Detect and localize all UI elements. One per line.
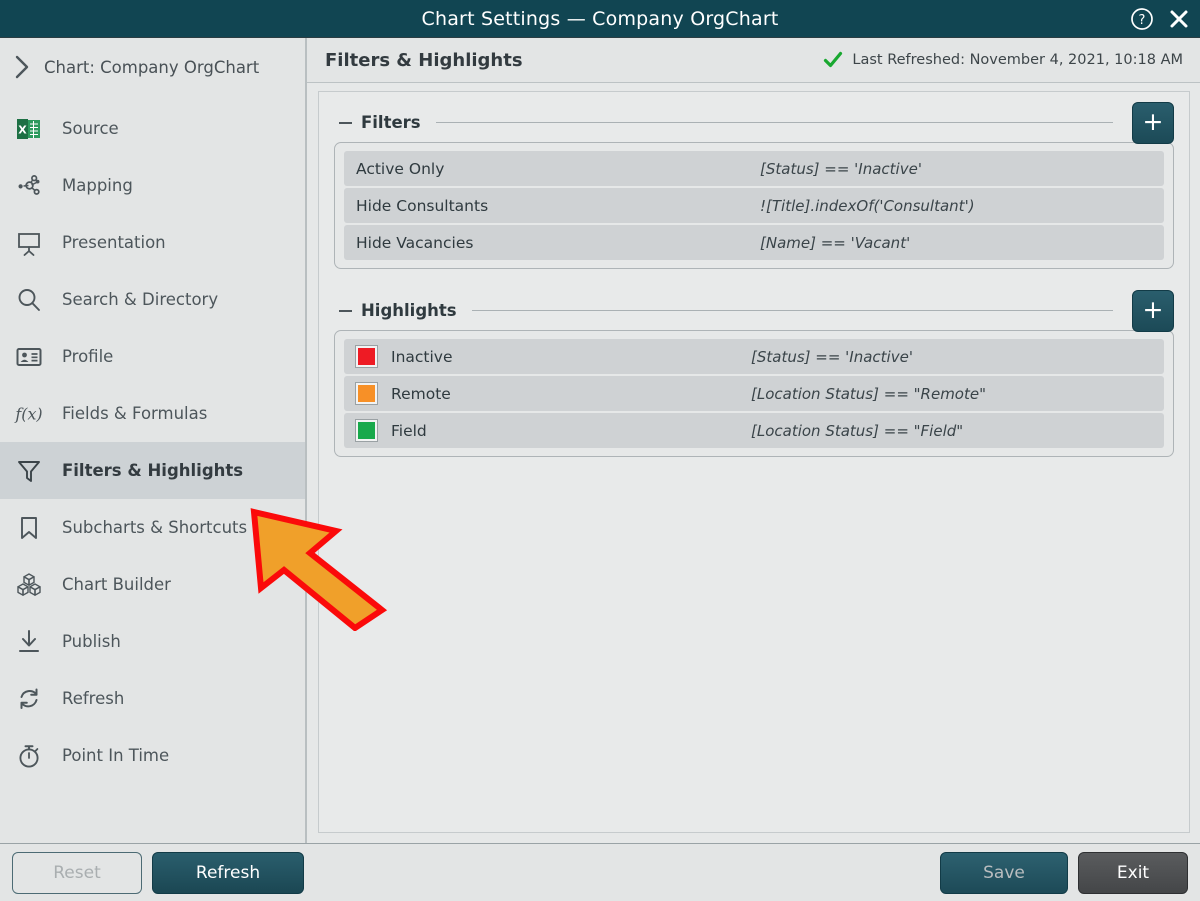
sidebar-item-label: Filters & Highlights	[62, 461, 243, 480]
color-swatch[interactable]	[356, 420, 377, 441]
exit-button[interactable]: Exit	[1078, 852, 1188, 894]
highlight-row[interactable]: Inactive [Status] == 'Inactive'	[344, 339, 1164, 374]
sidebar-item-subcharts-shortcuts[interactable]: Subcharts & Shortcuts	[0, 499, 305, 556]
sidebar-chart-header[interactable]: Chart: Company OrgChart	[0, 38, 305, 96]
highlight-row[interactable]: Field [Location Status] == "Field"	[344, 413, 1164, 448]
sidebar-item-fields-formulas[interactable]: f(x) Fields & Formulas	[0, 385, 305, 442]
add-filter-button[interactable]: +	[1132, 102, 1174, 144]
filters-list: Active Only [Status] == 'Inactive' Hide …	[334, 142, 1174, 269]
download-arrow-icon	[14, 627, 44, 657]
save-button[interactable]: Save	[940, 852, 1068, 894]
filter-row[interactable]: Hide Consultants ![Title].indexOf('Consu…	[344, 188, 1164, 223]
window-controls: ?	[1130, 0, 1190, 37]
highlight-row[interactable]: Remote [Location Status] == "Remote"	[344, 376, 1164, 411]
filters-group-label: Filters	[361, 113, 421, 132]
add-highlight-button[interactable]: +	[1132, 290, 1174, 332]
sidebar-item-label: Profile	[62, 347, 113, 366]
filter-expression: [Name] == 'Vacant'	[760, 234, 910, 252]
highlight-name: Inactive	[391, 348, 751, 366]
node-graph-icon	[14, 171, 44, 201]
highlight-expression: [Location Status] == "Field"	[751, 422, 963, 440]
funnel-icon	[14, 456, 44, 486]
filter-row[interactable]: Hide Vacancies [Name] == 'Vacant'	[344, 225, 1164, 260]
sidebar-item-chart-builder[interactable]: Chart Builder	[0, 556, 305, 613]
sidebar-item-label: Fields & Formulas	[62, 404, 207, 423]
magnifier-icon	[14, 285, 44, 315]
sidebar-nav: X Source	[0, 96, 305, 784]
divider	[472, 310, 1113, 311]
footer-bar: Reset Refresh Save Exit	[0, 844, 1200, 901]
filter-row[interactable]: Active Only [Status] == 'Inactive'	[344, 151, 1164, 186]
sidebar: Chart: Company OrgChart X	[0, 38, 307, 843]
minus-icon[interactable]	[339, 122, 352, 124]
sidebar-item-label: Publish	[62, 632, 121, 651]
content-panel: Filters & Highlights Last Refreshed: Nov…	[307, 38, 1200, 843]
last-refreshed-text: Last Refreshed: November 4, 2021, 10:18 …	[852, 52, 1183, 68]
sidebar-item-point-in-time[interactable]: Point In Time	[0, 727, 305, 784]
green-check-icon	[823, 50, 843, 70]
settings-scroll-area[interactable]: Filters + Active Only [Status] == 'Inact…	[318, 91, 1190, 833]
minus-icon[interactable]	[339, 310, 352, 312]
highlight-name: Remote	[391, 385, 751, 403]
function-fx-icon: f(x)	[14, 399, 44, 429]
last-refreshed: Last Refreshed: November 4, 2021, 10:18 …	[823, 50, 1183, 70]
filter-expression: ![Title].indexOf('Consultant')	[760, 197, 975, 215]
sidebar-item-publish[interactable]: Publish	[0, 613, 305, 670]
color-swatch[interactable]	[356, 383, 377, 404]
sidebar-chart-header-label: Chart: Company OrgChart	[44, 58, 259, 77]
sidebar-item-refresh[interactable]: Refresh	[0, 670, 305, 727]
filter-name: Hide Vacancies	[356, 234, 760, 252]
sidebar-item-label: Source	[62, 119, 119, 138]
sidebar-item-profile[interactable]: Profile	[0, 328, 305, 385]
refresh-cycle-icon	[14, 684, 44, 714]
close-icon[interactable]	[1168, 8, 1190, 30]
sidebar-item-label: Subcharts & Shortcuts	[62, 518, 247, 537]
divider	[436, 122, 1113, 123]
bookmark-icon	[14, 513, 44, 543]
highlight-name: Field	[391, 422, 751, 440]
id-card-icon	[14, 342, 44, 372]
sidebar-item-search-directory[interactable]: Search & Directory	[0, 271, 305, 328]
sidebar-item-presentation[interactable]: Presentation	[0, 214, 305, 271]
filter-name: Active Only	[356, 160, 760, 178]
sidebar-item-label: Presentation	[62, 233, 166, 252]
sidebar-item-mapping[interactable]: Mapping	[0, 157, 305, 214]
color-swatch[interactable]	[356, 346, 377, 367]
svg-text:f(x): f(x)	[14, 404, 42, 423]
highlight-expression: [Location Status] == "Remote"	[751, 385, 986, 403]
highlight-expression: [Status] == 'Inactive'	[751, 348, 913, 366]
highlights-group-label: Highlights	[361, 301, 457, 320]
help-circle-icon[interactable]: ?	[1130, 7, 1154, 31]
sidebar-item-label: Search & Directory	[62, 290, 218, 309]
svg-text:X: X	[18, 123, 27, 136]
svg-text:?: ?	[1139, 13, 1146, 28]
highlights-group: Highlights + Inactive [Status] == 'Inact…	[334, 291, 1174, 457]
cubes-icon	[14, 570, 44, 600]
window-body: Chart: Company OrgChart X	[0, 37, 1200, 844]
chart-settings-window: Chart Settings — Company OrgChart ?	[0, 0, 1200, 901]
sidebar-item-label: Mapping	[62, 176, 133, 195]
highlights-group-header: Highlights +	[334, 291, 1174, 330]
filter-expression: [Status] == 'Inactive'	[760, 160, 922, 178]
refresh-button[interactable]: Refresh	[152, 852, 304, 894]
highlights-list: Inactive [Status] == 'Inactive' Remote […	[334, 330, 1174, 457]
filters-group-header: Filters +	[334, 103, 1174, 142]
reset-button[interactable]: Reset	[12, 852, 142, 894]
chevron-right-icon	[13, 54, 31, 80]
projector-screen-icon	[14, 228, 44, 258]
stopwatch-icon	[14, 741, 44, 771]
page-title: Filters & Highlights	[325, 50, 523, 71]
sidebar-item-source[interactable]: X Source	[0, 100, 305, 157]
content-header: Filters & Highlights Last Refreshed: Nov…	[307, 38, 1200, 83]
filters-group: Filters + Active Only [Status] == 'Inact…	[334, 103, 1174, 269]
sidebar-item-label: Chart Builder	[62, 575, 171, 594]
sidebar-item-label: Refresh	[62, 689, 124, 708]
title-bar: Chart Settings — Company OrgChart ?	[0, 0, 1200, 37]
excel-spreadsheet-icon: X	[14, 114, 44, 144]
sidebar-item-filters-highlights[interactable]: Filters & Highlights	[0, 442, 305, 499]
window-title: Chart Settings — Company OrgChart	[422, 8, 779, 30]
sidebar-item-label: Point In Time	[62, 746, 169, 765]
filter-name: Hide Consultants	[356, 197, 760, 215]
